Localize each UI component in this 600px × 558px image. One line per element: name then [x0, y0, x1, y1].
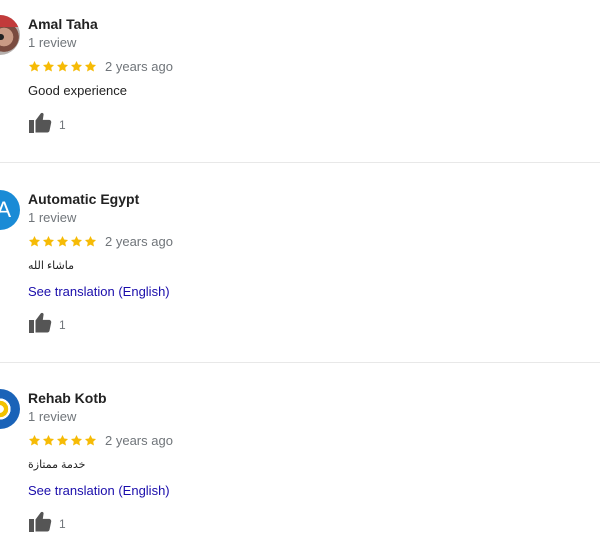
like-row: 1 [28, 112, 66, 134]
thumbs-up-icon[interactable] [28, 112, 52, 134]
star-icon [42, 60, 55, 73]
review-text: ماشاء الله [28, 260, 74, 272]
star-icon [84, 60, 97, 73]
star-icon [70, 235, 83, 248]
star-rating [28, 434, 97, 447]
reviewer-avatar[interactable] [0, 389, 20, 429]
star-icon [70, 60, 83, 73]
star-icon [28, 235, 41, 248]
star-icon [28, 60, 41, 73]
rating-row: 2 years ago [28, 232, 173, 250]
star-icon [56, 434, 69, 447]
see-translation-link[interactable]: See translation (English) [28, 483, 170, 498]
review-list: Amal Taha 1 review 2 years ago Good expe… [0, 0, 600, 558]
review-date: 2 years ago [105, 58, 173, 74]
reviewer-name[interactable]: Rehab Kotb [28, 390, 107, 406]
like-count: 1 [59, 517, 66, 531]
avatar-glasses [0, 34, 4, 40]
like-row: 1 [28, 511, 66, 533]
reviewer-review-count: 1 review [28, 35, 77, 50]
star-icon [28, 434, 41, 447]
review-card: A Automatic Egypt 1 review 2 years ago م… [0, 175, 600, 375]
thumbs-up-icon[interactable] [28, 312, 52, 334]
star-icon [70, 434, 83, 447]
star-rating [28, 235, 97, 248]
review-text: خدمة ممتازة [28, 459, 86, 471]
review-text: Good experience [28, 83, 128, 98]
reviewer-avatar[interactable] [0, 15, 20, 55]
avatar-letter: A [0, 197, 11, 222]
review-date: 2 years ago [105, 233, 173, 249]
star-icon [84, 434, 97, 447]
like-row: 1 [28, 312, 66, 334]
see-translation-link[interactable]: See translation (English) [28, 284, 170, 299]
rating-row: 2 years ago [28, 57, 173, 75]
thumbs-up-icon[interactable] [28, 511, 52, 533]
rating-row: 2 years ago [28, 431, 173, 449]
star-icon [42, 235, 55, 248]
reviewer-avatar[interactable]: A [0, 190, 20, 230]
avatar-hat [0, 15, 20, 27]
star-icon [56, 235, 69, 248]
divider [0, 362, 600, 363]
review-card: Amal Taha 1 review 2 years ago Good expe… [0, 0, 600, 200]
star-icon [84, 235, 97, 248]
star-icon [42, 434, 55, 447]
reviewer-name[interactable]: Automatic Egypt [28, 191, 139, 207]
review-date: 2 years ago [105, 432, 173, 448]
reviewer-review-count: 1 review [28, 409, 77, 424]
avatar-pattern-graphic [0, 397, 12, 421]
reviewer-review-count: 1 review [28, 210, 77, 225]
divider [0, 162, 600, 163]
like-count: 1 [59, 118, 66, 132]
like-count: 1 [59, 318, 66, 332]
review-card: Rehab Kotb 1 review 2 years ago خدمة ممت… [0, 374, 600, 558]
reviewer-name[interactable]: Amal Taha [28, 16, 98, 32]
star-icon [56, 60, 69, 73]
star-rating [28, 60, 97, 73]
